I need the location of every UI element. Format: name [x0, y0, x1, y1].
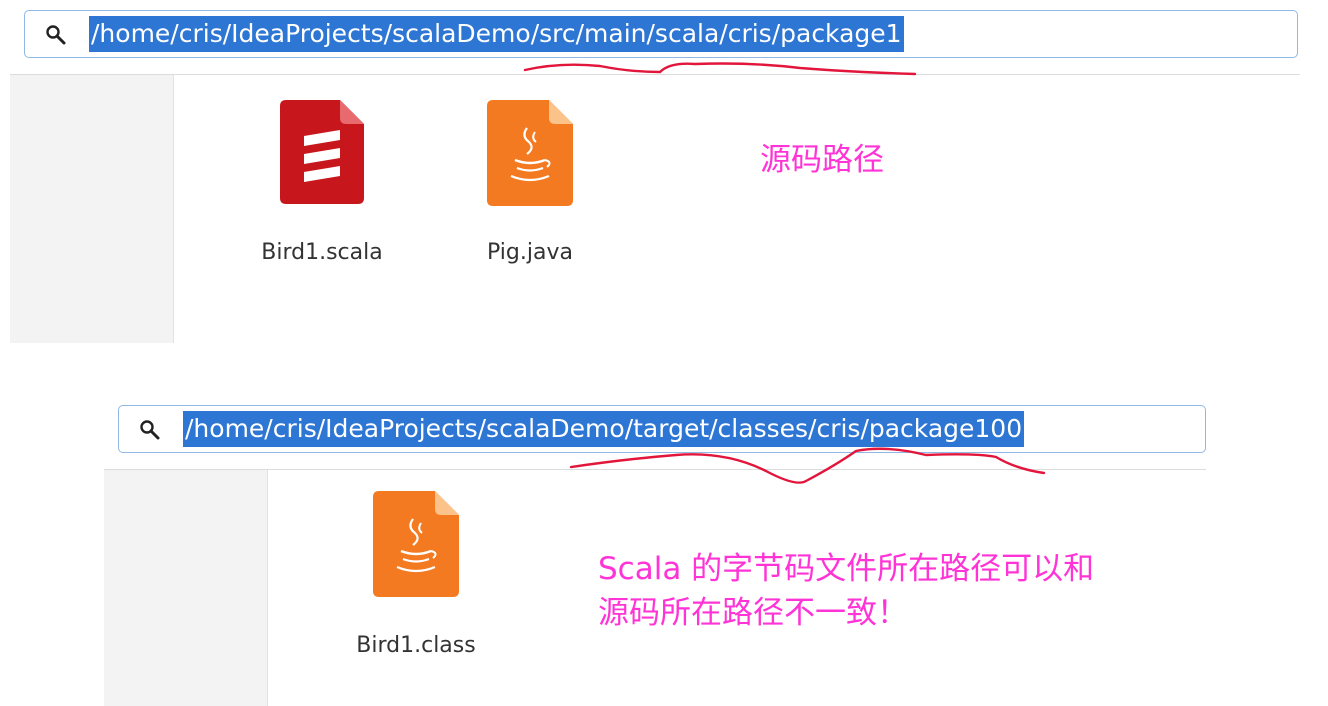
- handwritten-underline: [523, 62, 917, 76]
- annotation-line: Scala 的字节码文件所在路径可以和: [598, 551, 1095, 587]
- annotation-line: 源码所在路径不一致！: [598, 595, 908, 631]
- annotation-bytecode-path: Scala 的字节码文件所在路径可以和 源码所在路径不一致！: [598, 547, 1094, 635]
- file-item-bird1-scala[interactable]: Bird1.scala: [220, 90, 420, 280]
- file-name: Pig.java: [487, 240, 573, 265]
- search-icon[interactable]: [45, 24, 67, 46]
- file-name: Bird1.scala: [261, 240, 383, 265]
- sidebar[interactable]: [10, 75, 174, 343]
- location-bar[interactable]: /home/cris/IdeaProjects/scalaDemo/src/ma…: [24, 10, 1298, 58]
- handwritten-underline: [569, 447, 1046, 484]
- sidebar[interactable]: [104, 470, 268, 706]
- annotation-source-path: 源码路径: [760, 142, 884, 178]
- search-icon[interactable]: [139, 419, 161, 441]
- location-path-text[interactable]: /home/cris/IdeaProjects/scalaDemo/src/ma…: [89, 16, 904, 52]
- location-path-text[interactable]: /home/cris/IdeaProjects/scalaDemo/target…: [183, 411, 1025, 447]
- java-file-icon: [487, 100, 573, 206]
- file-manager-panel-classes: /home/cris/IdeaProjects/scalaDemo/target…: [0, 395, 1328, 706]
- scala-file-icon: [280, 100, 364, 204]
- file-item-pig-java[interactable]: Pig.java: [430, 90, 630, 280]
- java-file-icon: [373, 491, 459, 597]
- file-name: Bird1.class: [356, 633, 476, 658]
- file-manager-panel-source: /home/cris/IdeaProjects/scalaDemo/src/ma…: [0, 0, 1328, 345]
- file-item-bird1-class[interactable]: Bird1.class: [316, 485, 516, 675]
